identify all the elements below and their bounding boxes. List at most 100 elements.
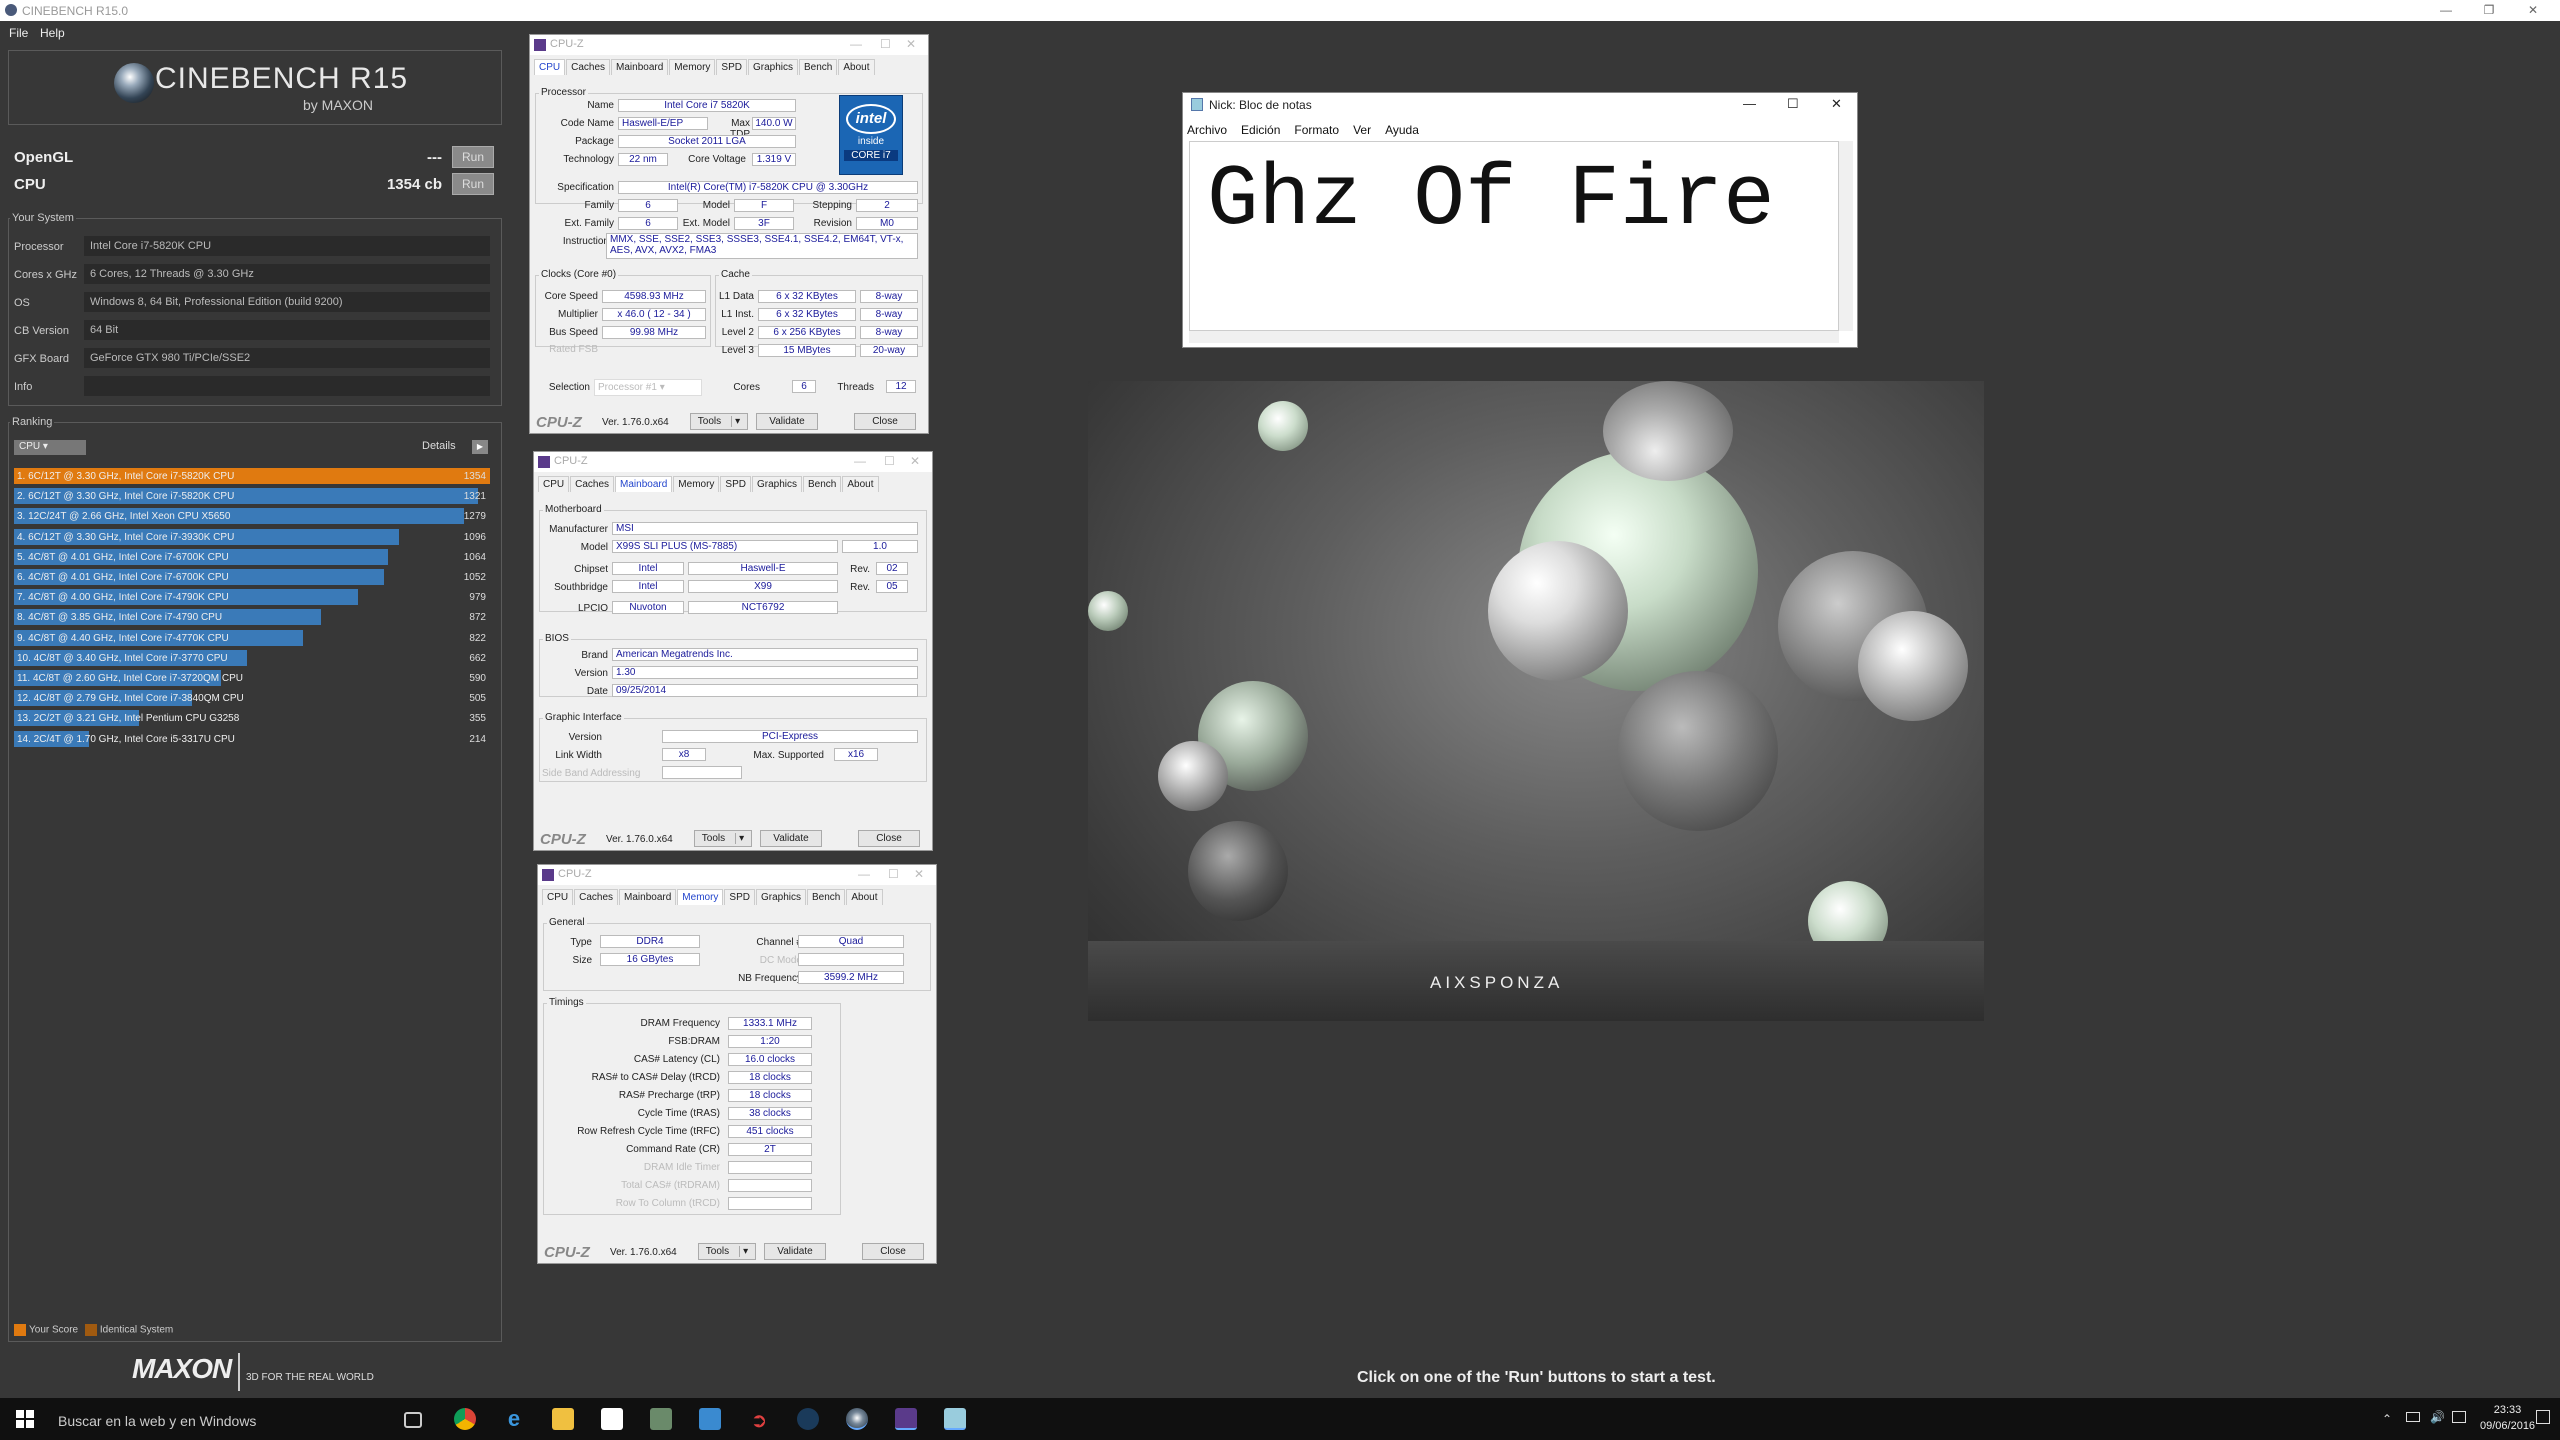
tab-graphics[interactable]: Graphics bbox=[747, 59, 798, 75]
tab-spd[interactable]: SPD bbox=[716, 59, 747, 75]
minimize-icon[interactable]: — bbox=[858, 867, 870, 881]
tab-cpu[interactable]: CPU bbox=[534, 59, 566, 75]
tab-graphics[interactable]: Graphics bbox=[755, 889, 806, 905]
app-icon[interactable] bbox=[650, 1408, 672, 1430]
validate-button[interactable]: Validate bbox=[756, 413, 818, 430]
menu-file[interactable]: File bbox=[9, 26, 28, 40]
tab-graphics[interactable]: Graphics bbox=[751, 476, 802, 492]
ranking-row[interactable]: 13. 2C/2T @ 3.21 GHz, Intel Pentium CPU … bbox=[14, 710, 490, 727]
tab-caches[interactable]: Caches bbox=[570, 476, 615, 492]
minimize-icon[interactable]: — bbox=[854, 454, 866, 468]
tab-about[interactable]: About bbox=[842, 476, 879, 492]
your-system-title: Your System bbox=[10, 212, 76, 224]
ranking-row[interactable]: 4. 6C/12T @ 3.30 GHz, Intel Core i7-3930… bbox=[14, 528, 490, 546]
file-explorer-icon[interactable] bbox=[552, 1408, 574, 1430]
menu-help[interactable]: Help bbox=[40, 26, 65, 40]
tab-about[interactable]: About bbox=[846, 889, 883, 905]
minimize-icon[interactable]: — bbox=[2423, 0, 2469, 21]
tab-spd[interactable]: SPD bbox=[724, 889, 755, 905]
taskbar-search[interactable]: Buscar en la web y en Windows bbox=[58, 1413, 256, 1429]
ranking-row[interactable]: 8. 4C/8T @ 3.85 GHz, Intel Core i7-4790 … bbox=[14, 609, 490, 626]
maximize-icon[interactable]: ☐ bbox=[884, 454, 895, 468]
tab-memory[interactable]: Memory bbox=[669, 59, 716, 75]
ranking-row[interactable]: 3. 12C/24T @ 2.66 GHz, Intel Xeon CPU X5… bbox=[14, 508, 490, 525]
steam-icon[interactable] bbox=[797, 1408, 819, 1430]
cpuz-app-icon bbox=[534, 39, 546, 51]
close-icon[interactable]: ✕ bbox=[910, 454, 920, 468]
opengl-run-button[interactable]: Run bbox=[452, 146, 494, 168]
notepad-menu-item[interactable]: Archivo bbox=[1187, 123, 1227, 137]
store-icon[interactable] bbox=[601, 1408, 623, 1430]
cpu-run-button[interactable]: Run bbox=[452, 173, 494, 195]
tray-monitor-icon[interactable] bbox=[2452, 1411, 2466, 1423]
ranking-row[interactable]: 6. 4C/8T @ 4.01 GHz, Intel Core i7-6700K… bbox=[14, 569, 490, 586]
notepad-menu-item[interactable]: Edición bbox=[1241, 123, 1280, 137]
maximize-icon[interactable]: ❐ bbox=[2466, 0, 2512, 21]
notifications-icon[interactable] bbox=[2536, 1410, 2550, 1424]
tab-memory[interactable]: Memory bbox=[673, 476, 720, 492]
processor-select[interactable]: Processor #1 ▾ bbox=[594, 379, 702, 396]
vertical-scrollbar[interactable] bbox=[1839, 141, 1853, 331]
cinebench-taskbar-icon[interactable] bbox=[846, 1408, 868, 1430]
notepad-taskbar-icon[interactable] bbox=[944, 1408, 966, 1430]
notepad-menu-item[interactable]: Ver bbox=[1353, 123, 1371, 137]
tab-bench[interactable]: Bench bbox=[807, 889, 846, 905]
tools-button[interactable]: Tools ▾ bbox=[690, 413, 748, 430]
tab-cpu[interactable]: CPU bbox=[542, 889, 574, 905]
tray-network-icon[interactable] bbox=[2406, 1412, 2420, 1422]
windows-start-icon[interactable] bbox=[16, 1410, 34, 1428]
tab-bench[interactable]: Bench bbox=[799, 59, 838, 75]
close-icon[interactable]: ✕ bbox=[906, 37, 916, 51]
notepad-menu-item[interactable]: Ayuda bbox=[1385, 123, 1419, 137]
ranking-row[interactable]: 2. 6C/12T @ 3.30 GHz, Intel Core i7-5820… bbox=[14, 488, 490, 505]
close-icon[interactable]: ✕ bbox=[2510, 0, 2556, 21]
edge-icon[interactable]: e bbox=[503, 1408, 525, 1430]
ranking-row[interactable]: 7. 4C/8T @ 4.00 GHz, Intel Core i7-4790K… bbox=[14, 589, 490, 606]
tab-caches[interactable]: Caches bbox=[566, 59, 611, 75]
chrome-icon[interactable] bbox=[454, 1408, 476, 1430]
tray-volume-icon[interactable]: 🔊 bbox=[2430, 1410, 2445, 1424]
tools-button[interactable]: Tools ▾ bbox=[694, 830, 752, 847]
tab-bench[interactable]: Bench bbox=[803, 476, 842, 492]
chipset-rev-label: Rev. bbox=[850, 564, 870, 575]
afterburner-icon[interactable]: ➲ bbox=[748, 1408, 770, 1432]
close-button[interactable]: Close bbox=[862, 1243, 924, 1260]
notepad-menu-item[interactable]: Formato bbox=[1294, 123, 1339, 137]
cpuz-taskbar-icon[interactable] bbox=[895, 1408, 917, 1430]
task-view-icon[interactable] bbox=[404, 1412, 422, 1428]
tab-cpu[interactable]: CPU bbox=[538, 476, 570, 492]
minimize-icon[interactable]: — bbox=[850, 37, 862, 51]
ranking-row[interactable]: 10. 4C/8T @ 3.40 GHz, Intel Core i7-3770… bbox=[14, 649, 490, 667]
ranking-row[interactable]: 14. 2C/4T @ 1.70 GHz, Intel Core i5-3317… bbox=[14, 730, 490, 748]
close-icon[interactable]: ✕ bbox=[1831, 96, 1842, 112]
tray-chevron-icon[interactable]: ⌃ bbox=[2382, 1412, 2392, 1426]
tools-button[interactable]: Tools ▾ bbox=[698, 1243, 756, 1260]
tab-memory[interactable]: Memory bbox=[677, 889, 724, 905]
tab-about[interactable]: About bbox=[838, 59, 875, 75]
close-button[interactable]: Close bbox=[854, 413, 916, 430]
taskbar-clock[interactable]: 23:33 09/06/2016 bbox=[2480, 1402, 2535, 1434]
tab-caches[interactable]: Caches bbox=[574, 889, 619, 905]
tab-mainboard[interactable]: Mainboard bbox=[611, 59, 669, 75]
ranking-row[interactable]: 11. 4C/8T @ 2.60 GHz, Intel Core i7-3720… bbox=[14, 670, 490, 687]
close-icon[interactable]: ✕ bbox=[914, 867, 924, 881]
ranking-type-select[interactable]: CPU ▾ bbox=[14, 440, 86, 455]
minimize-icon[interactable]: — bbox=[1743, 96, 1756, 111]
ranking-row[interactable]: 5. 4C/8T @ 4.01 GHz, Intel Core i7-6700K… bbox=[14, 548, 490, 566]
horizontal-scrollbar[interactable] bbox=[1189, 331, 1839, 343]
validate-button[interactable]: Validate bbox=[760, 830, 822, 847]
tab-mainboard[interactable]: Mainboard bbox=[615, 476, 673, 492]
tab-mainboard[interactable]: Mainboard bbox=[619, 889, 677, 905]
app-icon[interactable] bbox=[699, 1408, 721, 1430]
ranking-row[interactable]: 1. 6C/12T @ 3.30 GHz, Intel Core i7-5820… bbox=[14, 468, 490, 485]
ranking-row[interactable]: 12. 4C/8T @ 2.79 GHz, Intel Core i7-3840… bbox=[14, 690, 490, 707]
maximize-icon[interactable]: ☐ bbox=[888, 867, 899, 881]
maximize-icon[interactable]: ☐ bbox=[880, 37, 891, 51]
close-button[interactable]: Close bbox=[858, 830, 920, 847]
ranking-row[interactable]: 9. 4C/8T @ 4.40 GHz, Intel Core i7-4770K… bbox=[14, 629, 490, 647]
validate-button[interactable]: Validate bbox=[764, 1243, 826, 1260]
ranking-details-button[interactable]: ▶ bbox=[472, 440, 488, 454]
maximize-icon[interactable]: ☐ bbox=[1787, 96, 1799, 112]
tab-spd[interactable]: SPD bbox=[720, 476, 751, 492]
timing-label: Cycle Time (tRAS) bbox=[637, 1108, 720, 1119]
